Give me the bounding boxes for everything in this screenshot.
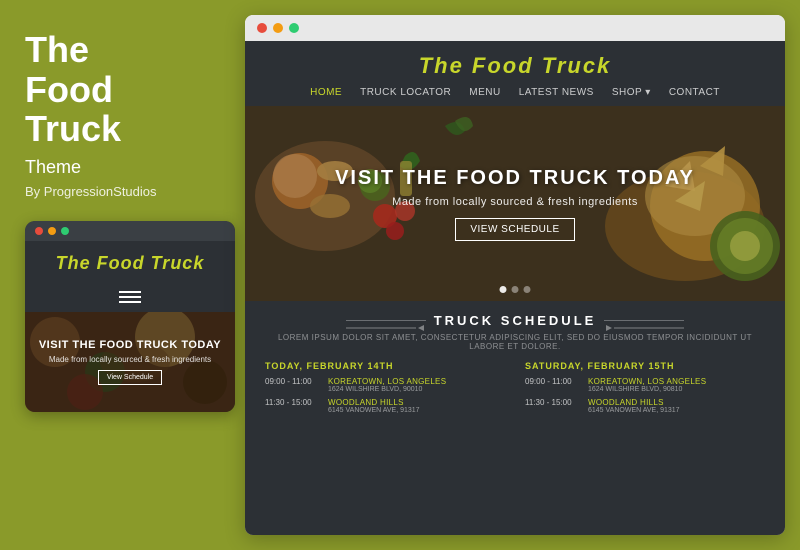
schedule-info-1-1: KOREATOWN, LOS ANGELES 1624 WILSHIRE BLV… xyxy=(328,377,446,393)
schedule-info-2-2: WOODLAND HILLS 6145 VANOWEN AVE, 91317 xyxy=(588,398,680,414)
carousel-dot-2[interactable] xyxy=(512,286,519,293)
schedule-col-1: TODAY, FEBRUARY 14TH 09:00 - 11:00 KOREA… xyxy=(265,361,505,419)
hero-subtitle: Made from locally sourced & fresh ingred… xyxy=(392,196,638,208)
mobile-view-schedule-button[interactable]: View Schedule xyxy=(98,370,162,385)
browser-top-bar xyxy=(245,15,785,41)
hero-overlay: VISIT THE FOOD TRUCK TODAY Made from loc… xyxy=(245,106,785,301)
schedule-info-2-1: KOREATOWN, LOS ANGELES 1624 WILSHIRE BLV… xyxy=(588,377,706,393)
schedule-address-1-1: 1624 WILSHIRE BLVD, 90010 xyxy=(328,386,446,393)
mobile-dot-green xyxy=(61,227,69,235)
schedule-title: TRUCK SCHEDULE xyxy=(434,313,597,328)
theme-by: By ProgressionStudios xyxy=(25,184,225,199)
site-nav: Home Truck Locator Menu Latest News Shop… xyxy=(265,87,765,98)
schedule-line-left xyxy=(346,320,426,321)
mobile-hero-sub: Made from locally sourced & fresh ingred… xyxy=(49,355,211,364)
schedule-line-right xyxy=(604,320,684,321)
schedule-location-1-2: WOODLAND HILLS xyxy=(328,398,420,407)
schedule-time-2-1: 09:00 - 11:00 xyxy=(525,377,580,393)
carousel-dot-1[interactable] xyxy=(500,286,507,293)
nav-item-contact[interactable]: Contact xyxy=(669,87,720,98)
schedule-time-2-2: 11:30 - 15:00 xyxy=(525,398,580,414)
mobile-hamburger-menu[interactable] xyxy=(25,282,235,312)
site-hero: VISIT THE FOOD TRUCK TODAY Made from loc… xyxy=(245,106,785,301)
mobile-hero-title: VISIT THE FOOD TRUCK TODAY xyxy=(39,339,221,351)
carousel-dot-3[interactable] xyxy=(524,286,531,293)
nav-item-truck-locator[interactable]: Truck Locator xyxy=(360,87,451,98)
nav-item-menu[interactable]: Menu xyxy=(469,87,500,98)
schedule-heading: TRUCK SCHEDULE xyxy=(265,313,765,328)
schedule-location-2-1: KOREATOWN, LOS ANGELES xyxy=(588,377,706,386)
theme-subtitle: Theme xyxy=(25,157,225,178)
schedule-section: TRUCK SCHEDULE LOREM IPSUM DOLOR SIT AME… xyxy=(245,301,785,535)
schedule-row-2-1: 09:00 - 11:00 KOREATOWN, LOS ANGELES 162… xyxy=(525,377,765,393)
browser-dot-yellow xyxy=(273,23,283,33)
schedule-time-1-2: 11:30 - 15:00 xyxy=(265,398,320,414)
mobile-dot-yellow xyxy=(48,227,56,235)
nav-item-home[interactable]: Home xyxy=(310,87,342,98)
browser-dot-red xyxy=(257,23,267,33)
mobile-logo: The Food Truck xyxy=(35,253,225,274)
browser-mockup: The Food Truck Home Truck Locator Menu L… xyxy=(245,15,785,535)
mobile-hero: VISIT THE FOOD TRUCK TODAY Made from loc… xyxy=(25,312,235,412)
schedule-info-1-2: WOODLAND HILLS 6145 VANOWEN AVE, 91317 xyxy=(328,398,420,414)
hero-title: VISIT THE FOOD TRUCK TODAY xyxy=(335,167,695,190)
schedule-day-2: SATURDAY, FEBRUARY 15TH xyxy=(525,361,765,371)
mobile-dot-red xyxy=(35,227,43,235)
schedule-col-2: SATURDAY, FEBRUARY 15TH 09:00 - 11:00 KO… xyxy=(525,361,765,419)
hero-carousel-dots xyxy=(500,286,531,293)
schedule-day-1: TODAY, FEBRUARY 14TH xyxy=(265,361,505,371)
mobile-mockup: The Food Truck VISIT THE FOOD TRUCK TODA… xyxy=(25,221,235,412)
schedule-location-1-1: KOREATOWN, LOS ANGELES xyxy=(328,377,446,386)
schedule-time-1-1: 09:00 - 11:00 xyxy=(265,377,320,393)
schedule-row-2-2: 11:30 - 15:00 WOODLAND HILLS 6145 VANOWE… xyxy=(525,398,765,414)
schedule-address-1-2: 6145 VANOWEN AVE, 91317 xyxy=(328,407,420,414)
schedule-columns: TODAY, FEBRUARY 14TH 09:00 - 11:00 KOREA… xyxy=(265,361,765,419)
schedule-row-1-1: 09:00 - 11:00 KOREATOWN, LOS ANGELES 162… xyxy=(265,377,505,393)
browser-content: The Food Truck Home Truck Locator Menu L… xyxy=(245,41,785,535)
theme-title: The Food Truck xyxy=(25,30,225,149)
mobile-header: The Food Truck xyxy=(25,241,235,282)
browser-dot-green xyxy=(289,23,299,33)
left-panel: The Food Truck Theme By ProgressionStudi… xyxy=(0,0,245,550)
schedule-address-2-2: 6145 VANOWEN AVE, 91317 xyxy=(588,407,680,414)
nav-item-shop[interactable]: Shop ▾ xyxy=(612,87,651,98)
site-header: The Food Truck Home Truck Locator Menu L… xyxy=(245,41,785,106)
mobile-top-bar xyxy=(25,221,235,241)
nav-item-latest-news[interactable]: Latest News xyxy=(519,87,594,98)
hero-cta-button[interactable]: View Schedule xyxy=(455,218,574,241)
schedule-row-1-2: 11:30 - 15:00 WOODLAND HILLS 6145 VANOWE… xyxy=(265,398,505,414)
mobile-hero-overlay: VISIT THE FOOD TRUCK TODAY Made from loc… xyxy=(25,312,235,412)
schedule-address-2-1: 1624 WILSHIRE BLVD, 90810 xyxy=(588,386,706,393)
site-logo: The Food Truck xyxy=(265,53,765,79)
schedule-location-2-2: WOODLAND HILLS xyxy=(588,398,680,407)
schedule-subtitle: LOREM IPSUM DOLOR SIT AMET, CONSECTETUR … xyxy=(265,333,765,351)
